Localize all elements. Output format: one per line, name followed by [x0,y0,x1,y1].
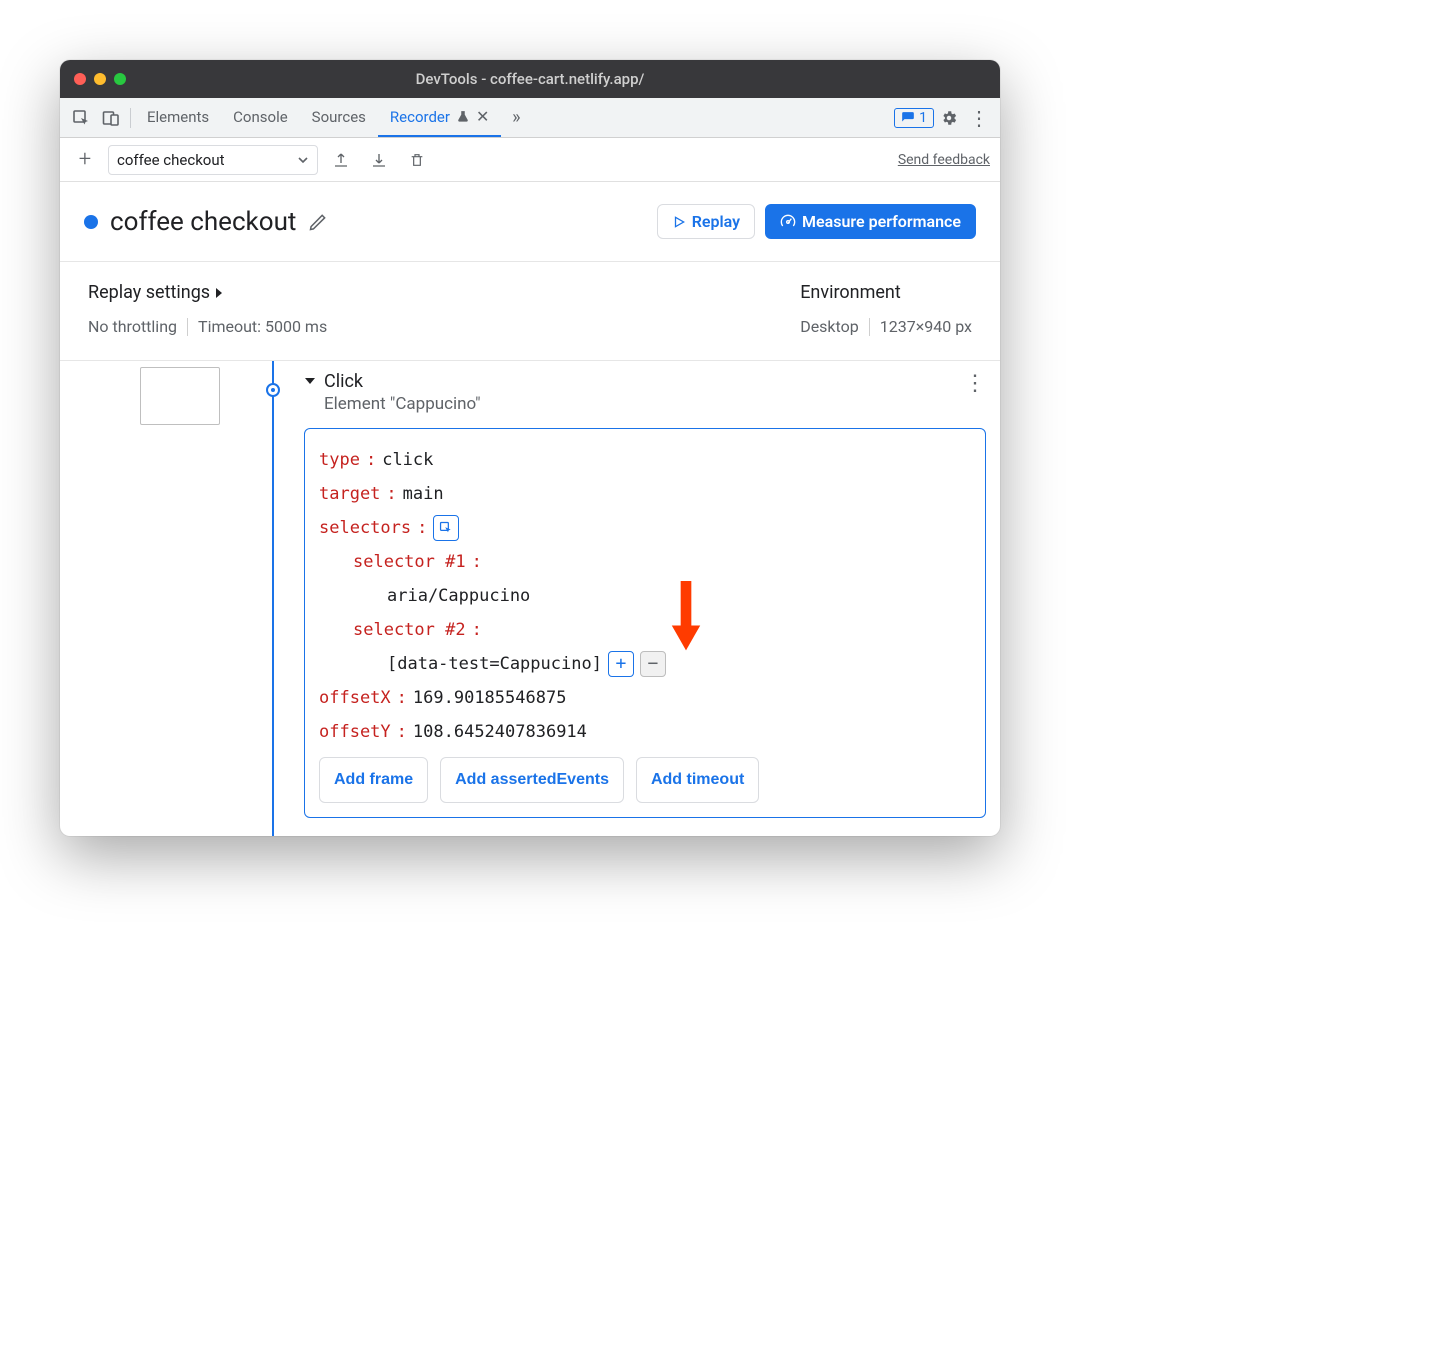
inspect-element-icon[interactable] [66,103,96,133]
step-subtitle: Element "Cappucino" [324,394,481,414]
step-title: Click [324,371,481,392]
throttling-value: No throttling [88,317,177,336]
export-icon[interactable] [326,145,356,175]
replay-button[interactable]: Replay [657,204,755,239]
devtools-window: DevTools - coffee-cart.netlify.app/ Elem… [60,60,1000,836]
timeout-value: Timeout: 5000 ms [198,317,327,336]
replay-settings-block: Replay settings No throttling Timeout: 5… [88,282,327,336]
close-window-button[interactable] [74,73,86,85]
settings-gear-icon[interactable] [934,103,964,133]
minimize-window-button[interactable] [94,73,106,85]
tab-console[interactable]: Console [221,98,300,137]
step-detail-panel: type: click target: main selectors: sele… [304,428,986,818]
step-column: Click Element "Cappucino" ⋮ type: click … [260,361,1000,818]
issues-badge[interactable]: 1 [894,108,934,128]
devtools-tabstrip: Elements Console Sources Recorder ✕ » 1 … [60,98,1000,138]
recording-name: coffee checkout [110,207,296,237]
environment-heading: Environment [800,282,972,303]
maximize-window-button[interactable] [114,73,126,85]
add-frame-button[interactable]: Add frame [319,757,428,803]
step-thumbnail[interactable] [140,367,220,425]
add-selector-button[interactable]: + [608,651,634,677]
replay-settings-heading[interactable]: Replay settings [88,282,327,303]
more-tabs-icon[interactable]: » [501,103,531,133]
recorder-toolbar: + coffee checkout Send feedback [60,138,1000,182]
chevron-down-icon [297,154,309,166]
tab-elements[interactable]: Elements [135,98,221,137]
close-tab-icon[interactable]: ✕ [476,107,489,126]
selector-1-value[interactable]: aria/Cappucino [387,579,530,613]
tab-recorder[interactable]: Recorder ✕ [378,98,501,137]
device-value: Desktop [800,317,859,336]
import-icon[interactable] [364,145,394,175]
selector-2-value[interactable]: [data-test=Cappucino] [387,647,602,681]
add-asserted-events-button[interactable]: Add assertedEvents [440,757,624,803]
tab-sources[interactable]: Sources [300,98,378,137]
recording-status-dot [84,215,98,229]
divider [130,108,131,128]
recording-header: coffee checkout Replay Measure performan… [60,182,1000,262]
new-recording-icon[interactable]: + [70,145,100,175]
pick-selector-icon[interactable] [433,515,459,541]
send-feedback-link[interactable]: Send feedback [898,152,990,168]
device-toolbar-icon[interactable] [96,103,126,133]
remove-selector-button[interactable]: − [640,651,666,677]
measure-performance-button[interactable]: Measure performance [765,204,976,239]
settings-row: Replay settings No throttling Timeout: 5… [60,262,1000,361]
play-icon [672,215,686,229]
chevron-right-icon [214,287,224,299]
edit-name-icon[interactable] [308,212,328,232]
traffic-lights [74,73,126,85]
more-menu-icon[interactable]: ⋮ [964,103,994,133]
step-menu-icon[interactable]: ⋮ [964,371,986,396]
flask-icon [456,110,470,124]
viewport-value: 1237×940 px [880,317,972,336]
step-thumbnail-column [60,361,260,818]
window-titlebar: DevTools - coffee-cart.netlify.app/ [60,60,1000,98]
caret-down-icon [304,375,316,387]
environment-block: Environment Desktop 1237×940 px [800,282,972,336]
gauge-icon [780,214,796,230]
delete-icon[interactable] [402,145,432,175]
window-title: DevTools - coffee-cart.netlify.app/ [60,70,1000,88]
step-header[interactable]: Click Element "Cappucino" ⋮ [304,371,986,414]
steps-area: Click Element "Cappucino" ⋮ type: click … [60,361,1000,836]
recording-selector[interactable]: coffee checkout [108,145,318,175]
add-timeout-button[interactable]: Add timeout [636,757,759,803]
